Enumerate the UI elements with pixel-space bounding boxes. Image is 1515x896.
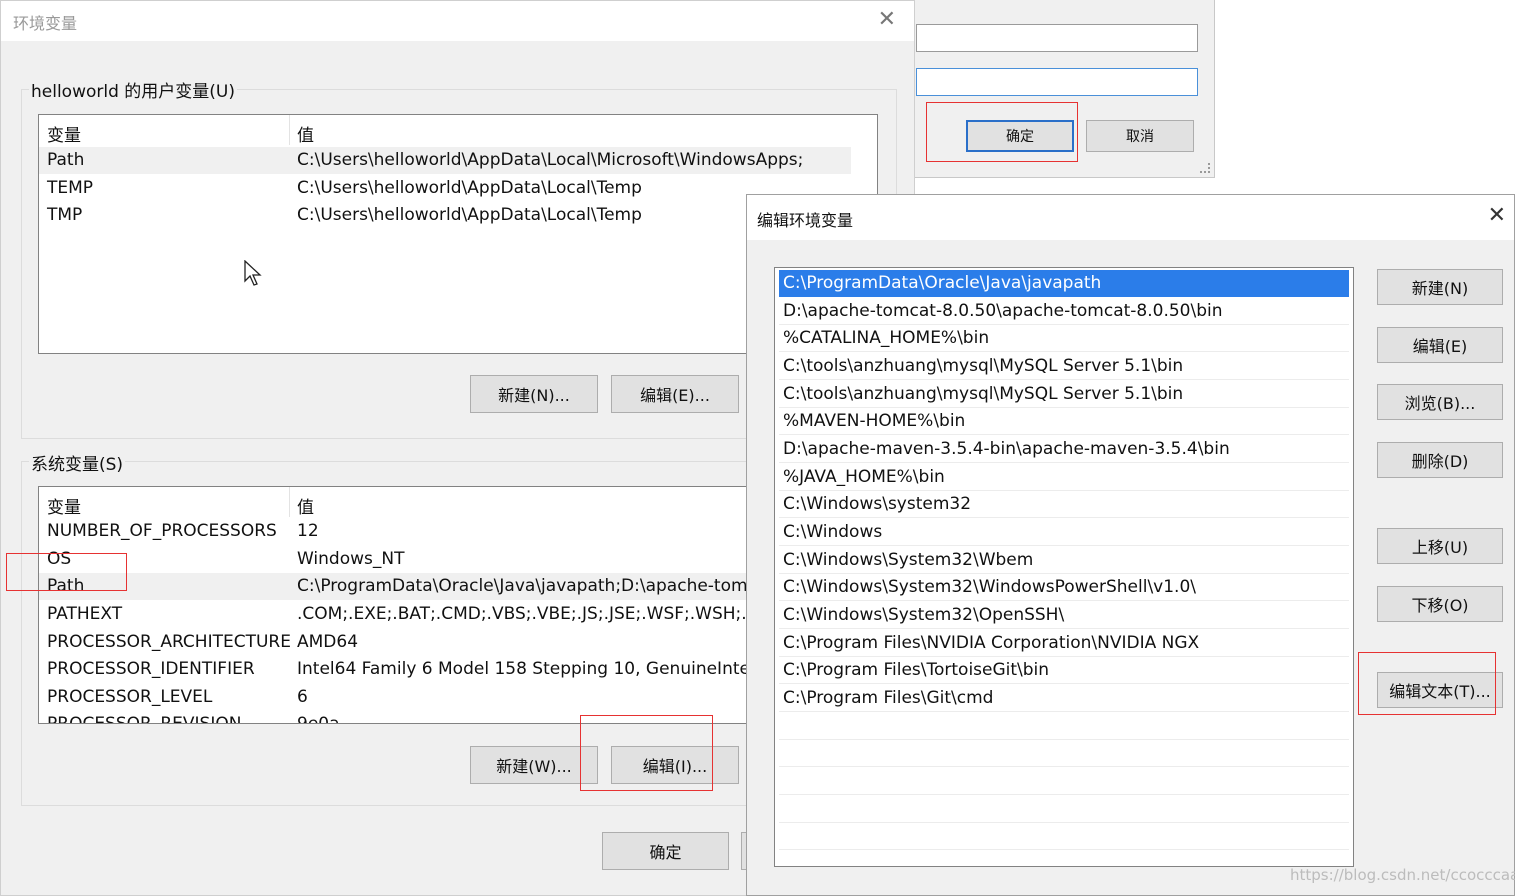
list-item[interactable]: %CATALINA_HOME%\bin <box>779 325 1349 352</box>
list-header: 变量 值 <box>39 115 877 146</box>
row-variable: PROCESSOR_ARCHITECTURE <box>47 632 291 652</box>
list-item-empty[interactable] <box>779 740 1349 767</box>
row-variable: PROCESSOR_IDENTIFIER <box>47 659 255 679</box>
row-value: 12 <box>297 521 319 541</box>
list-item[interactable]: C:\Program Files\TortoiseGit\bin <box>779 657 1349 684</box>
close-icon[interactable]: ✕ <box>878 7 896 32</box>
row-value: Windows_NT <box>297 549 405 569</box>
env-dialog-title: 环境变量 <box>13 14 78 33</box>
user-new-button[interactable]: 新建(N)... <box>470 375 598 413</box>
row-value: AMD64 <box>297 632 359 652</box>
list-item[interactable]: %MAVEN-HOME%\bin <box>779 408 1349 435</box>
edit-environment-variable-dialog: 编辑环境变量 ✕ C:\ProgramData\Oracle\Java\java… <box>746 194 1515 896</box>
column-divider[interactable] <box>289 487 290 517</box>
new-entry-button[interactable]: 新建(N) <box>1377 269 1503 305</box>
move-down-button[interactable]: 下移(O) <box>1377 586 1503 622</box>
user-edit-button[interactable]: 编辑(E)... <box>611 375 739 413</box>
column-header-variable[interactable]: 变量 <box>47 121 81 146</box>
column-divider[interactable] <box>289 115 290 145</box>
variable-value-input[interactable] <box>916 68 1198 96</box>
list-item[interactable]: C:\Program Files\NVIDIA Corporation\NVID… <box>779 630 1349 657</box>
column-header-value[interactable]: 值 <box>297 121 314 146</box>
row-variable: PROCESSOR_REVISION <box>47 714 242 724</box>
table-row[interactable]: Path C:\Users\helloworld\AppData\Local\M… <box>39 147 851 174</box>
list-item[interactable]: C:\Windows <box>779 519 1349 546</box>
list-item[interactable]: D:\apache-tomcat-8.0.50\apache-tomcat-8.… <box>779 298 1349 325</box>
variable-name-input[interactable] <box>916 24 1198 52</box>
annotation-box-ok <box>926 102 1078 162</box>
user-variables-title: helloworld 的用户变量(U) <box>29 77 237 102</box>
path-entries-list[interactable]: C:\ProgramData\Oracle\Java\javapath D:\a… <box>774 267 1354 867</box>
annotation-box-path <box>6 553 127 591</box>
list-item[interactable]: D:\apache-maven-3.5.4-bin\apache-maven-3… <box>779 436 1349 463</box>
env-titlebar: 环境变量 ✕ <box>1 1 914 41</box>
annotation-box-edit <box>580 715 713 791</box>
list-item[interactable]: C:\tools\anzhuang\mysql\MySQL Server 5.1… <box>779 381 1349 408</box>
list-item[interactable]: C:\tools\anzhuang\mysql\MySQL Server 5.1… <box>779 353 1349 380</box>
resize-grip-icon[interactable] <box>1200 163 1210 173</box>
env-ok-button[interactable]: 确定 <box>602 832 729 870</box>
system-new-button[interactable]: 新建(W)... <box>470 746 598 784</box>
edit-entry-button[interactable]: 编辑(E) <box>1377 327 1503 363</box>
list-item-empty[interactable] <box>779 796 1349 823</box>
list-item-empty[interactable] <box>779 823 1349 850</box>
bg-cancel-button[interactable]: 取消 <box>1086 120 1194 152</box>
row-variable: NUMBER_OF_PROCESSORS <box>47 521 277 541</box>
column-header-value[interactable]: 值 <box>297 493 314 518</box>
list-item-empty[interactable] <box>779 768 1349 795</box>
column-header-variable[interactable]: 变量 <box>47 493 81 518</box>
list-item[interactable]: C:\Windows\System32\WindowsPowerShell\v1… <box>779 574 1349 601</box>
row-variable: Path <box>47 150 85 170</box>
row-value: C:\ProgramData\Oracle\Java\javapath;D:\a… <box>297 576 757 596</box>
row-value: C:\Users\helloworld\AppData\Local\Temp <box>297 178 642 198</box>
edit-dialog-title: 编辑环境变量 <box>757 211 854 230</box>
row-value: 6 <box>297 687 308 707</box>
move-up-button[interactable]: 上移(U) <box>1377 528 1503 564</box>
row-variable: TMP <box>47 205 83 225</box>
row-variable: PATHEXT <box>47 604 123 624</box>
list-item-empty[interactable] <box>779 713 1349 740</box>
row-value: C:\Users\helloworld\AppData\Local\Micros… <box>297 150 804 170</box>
list-item[interactable]: C:\Windows\System32\Wbem <box>779 547 1349 574</box>
list-item[interactable]: C:\Program Files\Git\cmd <box>779 685 1349 712</box>
row-value: C:\Users\helloworld\AppData\Local\Temp <box>297 205 642 225</box>
watermark: https://blog.csdn.net/ccocccaa <box>1290 866 1515 884</box>
list-item[interactable]: C:\Windows\system32 <box>779 491 1349 518</box>
list-item[interactable]: C:\ProgramData\Oracle\Java\javapath <box>779 270 1349 297</box>
row-variable: TEMP <box>47 178 94 198</box>
edit-titlebar: 编辑环境变量 ✕ <box>747 195 1514 240</box>
list-item[interactable]: %JAVA_HOME%\bin <box>779 464 1349 491</box>
row-variable: PROCESSOR_LEVEL <box>47 687 213 707</box>
annotation-box-edit-text <box>1358 652 1496 715</box>
system-variables-title: 系统变量(S) <box>29 450 126 475</box>
row-value: 9e0a <box>297 714 340 724</box>
delete-button[interactable]: 删除(D) <box>1377 442 1503 478</box>
close-icon[interactable]: ✕ <box>1488 203 1506 228</box>
mouse-pointer-icon <box>244 259 264 293</box>
list-item[interactable]: C:\Windows\System32\OpenSSH\ <box>779 602 1349 629</box>
row-value: .COM;.EXE;.BAT;.CMD;.VBS;.VBE;.JS;.JSE;.… <box>297 604 762 624</box>
row-value: Intel64 Family 6 Model 158 Stepping 10, … <box>297 659 755 679</box>
browse-button[interactable]: 浏览(B)... <box>1377 384 1503 420</box>
